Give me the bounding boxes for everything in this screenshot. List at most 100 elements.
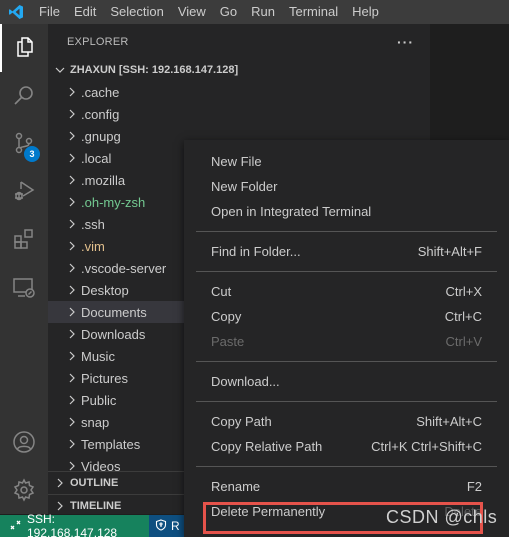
remote-indicator[interactable]: SSH: 192.168.147.128 bbox=[0, 512, 149, 537]
menu-item-cut[interactable]: Cut Ctrl+X bbox=[184, 279, 509, 304]
menu-separator bbox=[196, 361, 497, 362]
explorer-header: EXPLORER ··· bbox=[48, 24, 430, 59]
tree-item-label: Desktop bbox=[81, 282, 129, 298]
accounts-button[interactable] bbox=[0, 419, 48, 467]
menu-item-shortcut: Shift+Alt+C bbox=[416, 414, 482, 429]
menu-item-label: Copy Relative Path bbox=[211, 439, 323, 454]
tree-item-dot-config[interactable]: .config bbox=[48, 103, 430, 125]
menu-item-shortcut: F2 bbox=[466, 479, 482, 494]
menu-item-shortcut: Delete bbox=[444, 504, 482, 519]
menu-item-copy[interactable]: Copy Ctrl+C bbox=[184, 304, 509, 329]
tree-item-label: Music bbox=[81, 348, 115, 364]
tree-item-label: Pictures bbox=[81, 370, 128, 386]
menu-separator bbox=[196, 271, 497, 272]
chevron-right-icon bbox=[64, 417, 80, 427]
menu-item-copy-path[interactable]: Copy Path Shift+Alt+C bbox=[184, 409, 509, 434]
chevron-right-icon bbox=[64, 461, 80, 471]
search-icon bbox=[12, 83, 36, 110]
menu-terminal[interactable]: Terminal bbox=[282, 0, 345, 24]
tree-item-documents[interactable]: Documents bbox=[48, 301, 184, 323]
chevron-right-icon bbox=[64, 351, 80, 361]
tree-item-label: .mozilla bbox=[81, 172, 126, 188]
chevron-right-icon bbox=[64, 373, 80, 383]
menu-item-delete-permanently[interactable]: Delete Permanently Delete bbox=[184, 499, 509, 524]
outline-label: OUTLINE bbox=[70, 477, 119, 489]
shield-icon bbox=[155, 518, 167, 534]
context-menu: New File New Folder Open in Integrated Ter… bbox=[184, 140, 509, 537]
menu-item-label: Copy bbox=[211, 309, 242, 324]
menu-item-open-in-integrated-terminal[interactable]: Open in Integrated Terminal bbox=[184, 199, 509, 224]
chevron-right-icon bbox=[64, 395, 80, 405]
menu-help[interactable]: Help bbox=[345, 0, 386, 24]
tree-item-label: Templates bbox=[81, 436, 141, 452]
menu-edit[interactable]: Edit bbox=[67, 0, 103, 24]
files-icon bbox=[13, 35, 37, 62]
menu-item-rename[interactable]: Rename F2 bbox=[184, 474, 509, 499]
tree-item-dot-cache[interactable]: .cache bbox=[48, 81, 430, 103]
tree-item-label: .config bbox=[81, 106, 120, 122]
chevron-right-icon bbox=[64, 263, 80, 273]
menu-separator bbox=[196, 466, 497, 467]
tree-item-label: .cache bbox=[81, 84, 120, 100]
menu-item-copy-relative-path[interactable]: Copy Relative Path Ctrl+K Ctrl+Shift+C bbox=[184, 434, 509, 459]
chevron-right-icon bbox=[64, 439, 80, 449]
source-control-button[interactable]: 3 bbox=[0, 120, 48, 168]
menu-item-new-folder[interactable]: New Folder bbox=[184, 174, 509, 199]
title-bar: File Edit Selection View Go Run Terminal… bbox=[0, 0, 509, 24]
menu-item-label: New File bbox=[211, 154, 262, 169]
menu-view[interactable]: View bbox=[171, 0, 213, 24]
chevron-right-icon bbox=[52, 501, 68, 511]
tree-item-label: .oh-my-zsh bbox=[81, 194, 146, 210]
chevron-right-icon bbox=[64, 131, 80, 141]
run-debug-icon bbox=[12, 179, 36, 206]
menu-item-label: Cut bbox=[211, 284, 232, 299]
remote-icon bbox=[10, 519, 22, 534]
menu-item-label: Find in Folder... bbox=[211, 244, 301, 259]
chevron-right-icon bbox=[64, 87, 80, 97]
menu-go[interactable]: Go bbox=[213, 0, 244, 24]
explorer-button[interactable] bbox=[0, 24, 48, 72]
extensions-icon bbox=[12, 227, 36, 254]
tree-item-label: .vim bbox=[81, 238, 105, 254]
menu-run[interactable]: Run bbox=[244, 0, 282, 24]
menu-item-find-in-folder[interactable]: Find in Folder... Shift+Alt+F bbox=[184, 239, 509, 264]
account-icon bbox=[12, 430, 36, 457]
chevron-right-icon bbox=[64, 153, 80, 163]
manage-button[interactable] bbox=[0, 467, 48, 515]
remote-explorer-button[interactable] bbox=[0, 264, 48, 312]
activity-bar: 3 bbox=[0, 24, 48, 514]
workspace-name: ZHAXUN [SSH: 192.168.147.128] bbox=[70, 64, 239, 76]
chevron-right-icon bbox=[64, 307, 80, 317]
menu-item-new-file[interactable]: New File bbox=[184, 149, 509, 174]
tree-item-label: Downloads bbox=[81, 326, 146, 342]
menu-item-paste: Paste Ctrl+V bbox=[184, 329, 509, 354]
chevron-right-icon bbox=[64, 285, 80, 295]
workspace-header[interactable]: ZHAXUN [SSH: 192.168.147.128] bbox=[48, 59, 430, 81]
menu-item-download[interactable]: Download... bbox=[184, 369, 509, 394]
chevron-right-icon bbox=[64, 175, 80, 185]
menu-item-label: Paste bbox=[211, 334, 245, 349]
tree-item-label: .local bbox=[81, 150, 112, 166]
extensions-button[interactable] bbox=[0, 216, 48, 264]
tree-item-label: Public bbox=[81, 392, 117, 408]
run-debug-button[interactable] bbox=[0, 168, 48, 216]
menu-file[interactable]: File bbox=[32, 0, 67, 24]
timeline-label: TIMELINE bbox=[70, 500, 122, 512]
menu-selection[interactable]: Selection bbox=[103, 0, 170, 24]
menu-item-label: Rename bbox=[211, 479, 261, 494]
menu-item-shortcut: Ctrl+K Ctrl+Shift+C bbox=[371, 439, 482, 454]
menu-item-label: Download... bbox=[211, 374, 280, 389]
chevron-right-icon bbox=[64, 241, 80, 251]
source-control-badge: 3 bbox=[24, 146, 40, 162]
chevron-down-icon bbox=[52, 65, 68, 75]
more-actions-button[interactable]: ··· bbox=[397, 34, 414, 50]
menu-item-shortcut: Ctrl+V bbox=[445, 334, 482, 349]
tree-item-label: .vscode-server bbox=[81, 260, 167, 276]
explorer-title: EXPLORER bbox=[67, 35, 129, 48]
chevron-right-icon bbox=[64, 219, 80, 229]
search-button[interactable] bbox=[0, 72, 48, 120]
menu-item-shortcut: Shift+Alt+F bbox=[417, 244, 482, 259]
tree-item-label: .ssh bbox=[81, 216, 105, 232]
restricted-mode-indicator[interactable]: R bbox=[149, 515, 186, 537]
menu-item-shortcut: Ctrl+C bbox=[444, 309, 482, 324]
